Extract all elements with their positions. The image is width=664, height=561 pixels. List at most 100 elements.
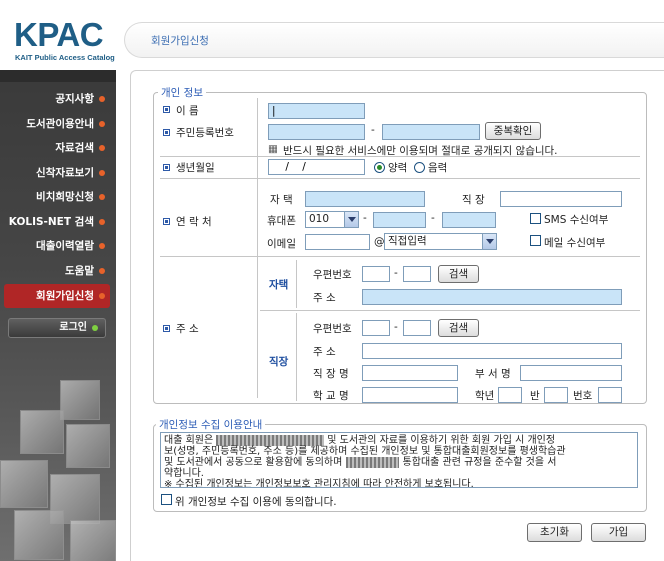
privacy-line: 및 도서관에서 공동으로 활용함에 동의하며 xyxy=(164,457,343,468)
login-button[interactable]: 로그인 xyxy=(8,318,106,338)
bullet-icon xyxy=(163,218,170,225)
chevron-down-icon xyxy=(344,212,358,227)
birth-field[interactable] xyxy=(269,160,364,174)
privacy-line: 및 도서관의 자료를 이용하기 위한 회원 가입 시 개인정 xyxy=(327,435,556,446)
rrn-front-input[interactable] xyxy=(268,124,365,140)
zip-dash: - xyxy=(394,267,398,279)
home-address-input[interactable] xyxy=(362,289,622,305)
home-zip-front-input[interactable] xyxy=(362,266,390,282)
privacy-line: 대출 회원은 xyxy=(164,435,214,446)
class-input[interactable] xyxy=(544,387,568,403)
work-phone-label: 직 장 xyxy=(462,194,485,206)
name-label: 이 름 xyxy=(176,105,199,117)
bullet-icon xyxy=(99,243,105,249)
sidebar-item-purchase-request[interactable]: 비치희망신청 xyxy=(4,185,110,209)
rrn-back-input[interactable] xyxy=(382,124,480,140)
sidebar-item-label: 대출이력열람 xyxy=(36,240,94,252)
sidebar-item-label: 도움말 xyxy=(65,265,94,277)
sidebar-item-label: KOLIS-NET 검색 xyxy=(8,216,94,228)
lunar-radio[interactable] xyxy=(414,162,425,173)
sidebar-item-label: 도서관이용안내 xyxy=(26,118,94,130)
sidebar-item-library-guide[interactable]: 도서관이용안내 xyxy=(4,112,110,136)
logo-title: KPAC xyxy=(14,16,104,53)
home-zip-back-input[interactable] xyxy=(403,266,431,282)
work-zip-back-input[interactable] xyxy=(403,320,431,336)
home-addr-label: 주 소 xyxy=(313,292,336,304)
name-field[interactable] xyxy=(269,104,364,118)
join-button[interactable]: 가입 xyxy=(591,523,646,542)
sidebar-item-label: 공지사항 xyxy=(55,93,94,105)
sidebar-item-label: 회원가입신청 xyxy=(36,290,94,302)
mobile-dash: - xyxy=(431,212,435,224)
sidebar-item-kolis-net[interactable]: KOLIS-NET 검색 xyxy=(4,210,110,234)
agree-label: 위 개인정보 수집 이용에 동의합니다. xyxy=(175,496,337,508)
work-phone-input[interactable] xyxy=(500,191,622,207)
login-label: 로그인 xyxy=(59,322,87,333)
privacy-notice[interactable]: 대출 회원은 ██████████████ 및 도서관의 자료를 이용하기 위한… xyxy=(160,432,638,488)
logo-subtitle: KAIT Public Access Catalog xyxy=(15,53,115,62)
sms-checkbox[interactable] xyxy=(530,213,541,224)
email-domain-select[interactable]: 직접입력 xyxy=(384,233,497,250)
grade-input[interactable] xyxy=(498,387,522,403)
home-zip-search-button[interactable]: 검색 xyxy=(438,265,479,283)
sidebar: KPAC KAIT Public Access Catalog 공지사항 도서관… xyxy=(0,0,116,561)
privacy-line: 보(성명, 주민등록번호, 주소 등)를 제공하며 수집된 개인정보 및 통합대… xyxy=(164,446,566,457)
side-nav: 공지사항 도서관이용안내 자료검색 신착자료보기 비치희망신청 KOLIS-NE… xyxy=(0,70,116,561)
mobile-mid-input[interactable] xyxy=(373,212,426,228)
work-zip-front-input[interactable] xyxy=(362,320,390,336)
work-address-input[interactable] xyxy=(362,343,622,359)
workplace-label: 직 장 명 xyxy=(313,368,349,380)
mobile-last-input[interactable] xyxy=(442,212,496,228)
dup-check-button[interactable]: 중복확인 xyxy=(485,122,541,140)
sidebar-item-new-arrivals[interactable]: 신착자료보기 xyxy=(4,161,110,185)
bullet-icon xyxy=(99,145,105,151)
bullet-icon xyxy=(99,194,105,200)
number-input[interactable] xyxy=(598,387,622,403)
reset-button[interactable]: 초기화 xyxy=(527,523,582,542)
home-phone-input[interactable] xyxy=(305,191,425,207)
bullet-icon xyxy=(99,268,105,274)
school-input[interactable] xyxy=(362,387,458,403)
birth-label: 생년월일 xyxy=(176,162,215,174)
name-input[interactable] xyxy=(268,103,365,119)
workplace-input[interactable] xyxy=(362,365,458,381)
sidebar-item-loan-history[interactable]: 대출이력열람 xyxy=(4,234,110,258)
bullet-icon xyxy=(99,121,105,127)
page-header: 회원가입신청 xyxy=(124,22,664,58)
email-id-input[interactable] xyxy=(305,234,370,250)
privacy-legend: 개인정보 수집 이용안내 xyxy=(156,417,266,432)
mobile-prefix-value: 010 xyxy=(309,213,330,225)
work-addr-label: 주 소 xyxy=(313,346,336,358)
bullet-icon xyxy=(163,164,170,171)
email-receive-label: 메일 수신여부 xyxy=(544,237,606,249)
sidebar-item-signup[interactable]: 회원가입신청 xyxy=(4,284,110,308)
chevron-down-icon xyxy=(482,234,496,249)
divider xyxy=(160,256,640,257)
rrn-dash: - xyxy=(371,124,375,136)
sidebar-item-help[interactable]: 도움말 xyxy=(4,259,110,283)
lunar-label: 음력 xyxy=(428,162,448,174)
divider xyxy=(296,313,297,401)
bullet-icon xyxy=(163,325,170,332)
sidebar-item-label: 자료검색 xyxy=(55,142,94,154)
solar-radio[interactable] xyxy=(374,162,385,173)
contact-label: 연 락 처 xyxy=(176,216,212,228)
rrn-label: 주민등록번호 xyxy=(176,127,234,139)
logo[interactable]: KPAC KAIT Public Access Catalog xyxy=(0,0,116,68)
birth-input[interactable] xyxy=(268,159,365,175)
mobile-prefix-select[interactable]: 010 xyxy=(305,211,359,228)
divider xyxy=(160,156,640,157)
sidebar-item-notice[interactable]: 공지사항 xyxy=(4,87,110,111)
email-receive-checkbox[interactable] xyxy=(530,235,541,246)
work-zip-search-button[interactable]: 검색 xyxy=(438,319,479,337)
decorative-cubes xyxy=(0,370,116,561)
status-dot-icon xyxy=(92,325,98,331)
grade-label: 학년 xyxy=(475,390,495,402)
solar-label: 양력 xyxy=(388,162,408,174)
sidebar-item-search[interactable]: 자료검색 xyxy=(4,136,110,160)
department-input[interactable] xyxy=(520,365,622,381)
grid-icon: ▦ xyxy=(268,143,278,155)
zip-dash: - xyxy=(394,321,398,333)
agree-checkbox[interactable] xyxy=(161,494,172,505)
privacy-line: 약합니다. xyxy=(164,468,204,479)
